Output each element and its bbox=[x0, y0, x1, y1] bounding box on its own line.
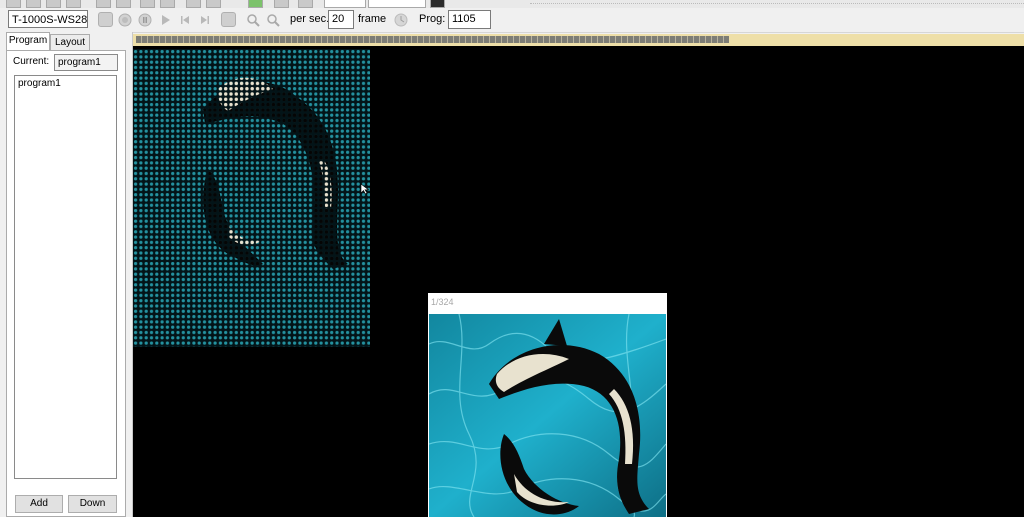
toolbar-top-icon[interactable] bbox=[186, 0, 201, 8]
toolbar-top-icon[interactable] bbox=[116, 0, 131, 8]
top-menu-strip bbox=[0, 0, 1024, 8]
speed-icon[interactable] bbox=[393, 12, 408, 27]
device-selector[interactable]: T-1000S-WS2811 bbox=[8, 10, 88, 28]
toolbar-top-icon[interactable] bbox=[6, 0, 21, 8]
toolbar-top-icon[interactable] bbox=[160, 0, 175, 8]
led-matrix[interactable] bbox=[133, 49, 370, 347]
prog-label: Prog: bbox=[419, 13, 446, 25]
play-icon[interactable] bbox=[157, 12, 172, 27]
tab-program[interactable]: Program bbox=[6, 32, 50, 50]
playback-progress-fill bbox=[136, 36, 729, 43]
first-frame-icon[interactable] bbox=[98, 12, 113, 27]
tab-layout[interactable]: Layout bbox=[50, 34, 90, 50]
list-item[interactable]: program1 bbox=[15, 76, 116, 91]
pause-icon[interactable] bbox=[137, 12, 152, 27]
toolbar-top-icon[interactable] bbox=[46, 0, 61, 8]
zoom-in-icon[interactable] bbox=[245, 12, 260, 27]
toolbar-top-icon[interactable] bbox=[248, 0, 263, 8]
per-sec-label: per sec. bbox=[290, 13, 330, 25]
toolbar-top-icon[interactable] bbox=[274, 0, 289, 8]
top-field[interactable] bbox=[368, 0, 426, 8]
toolbar-top-icon[interactable] bbox=[298, 0, 313, 8]
zoom-out-icon[interactable] bbox=[265, 12, 280, 27]
per-sec-input[interactable]: 20 bbox=[328, 10, 354, 29]
stop-icon[interactable] bbox=[221, 12, 236, 27]
prev-frame-icon[interactable] bbox=[177, 12, 192, 27]
toolbar-top-icon[interactable] bbox=[66, 0, 81, 8]
toolbar-top-icon[interactable] bbox=[430, 0, 445, 8]
current-label: Current: bbox=[13, 56, 50, 67]
next-frame-icon[interactable] bbox=[197, 12, 212, 27]
frame-label: frame bbox=[358, 13, 387, 25]
prog-input[interactable]: 1105 bbox=[448, 10, 491, 29]
toolbar-top-icon[interactable] bbox=[26, 0, 41, 8]
record-icon[interactable] bbox=[117, 12, 132, 27]
add-button[interactable]: Add bbox=[15, 495, 63, 513]
preview-image bbox=[429, 314, 666, 517]
program-list[interactable]: program1 bbox=[14, 75, 117, 479]
mouse-cursor-icon bbox=[360, 183, 370, 195]
toolbar-top-icon[interactable] bbox=[206, 0, 221, 8]
playback-progress-bar[interactable] bbox=[133, 34, 1024, 46]
down-button[interactable]: Down bbox=[68, 495, 117, 513]
current-program-field[interactable]: program1 bbox=[54, 54, 118, 71]
top-divider bbox=[530, 3, 1024, 4]
frame-counter: 1/324 bbox=[431, 297, 454, 307]
top-field[interactable] bbox=[324, 0, 366, 8]
toolbar-top-icon[interactable] bbox=[140, 0, 155, 8]
toolbar bbox=[0, 8, 1024, 33]
toolbar-top-icon[interactable] bbox=[96, 0, 111, 8]
frame-preview-window: 1/324 bbox=[428, 293, 667, 517]
